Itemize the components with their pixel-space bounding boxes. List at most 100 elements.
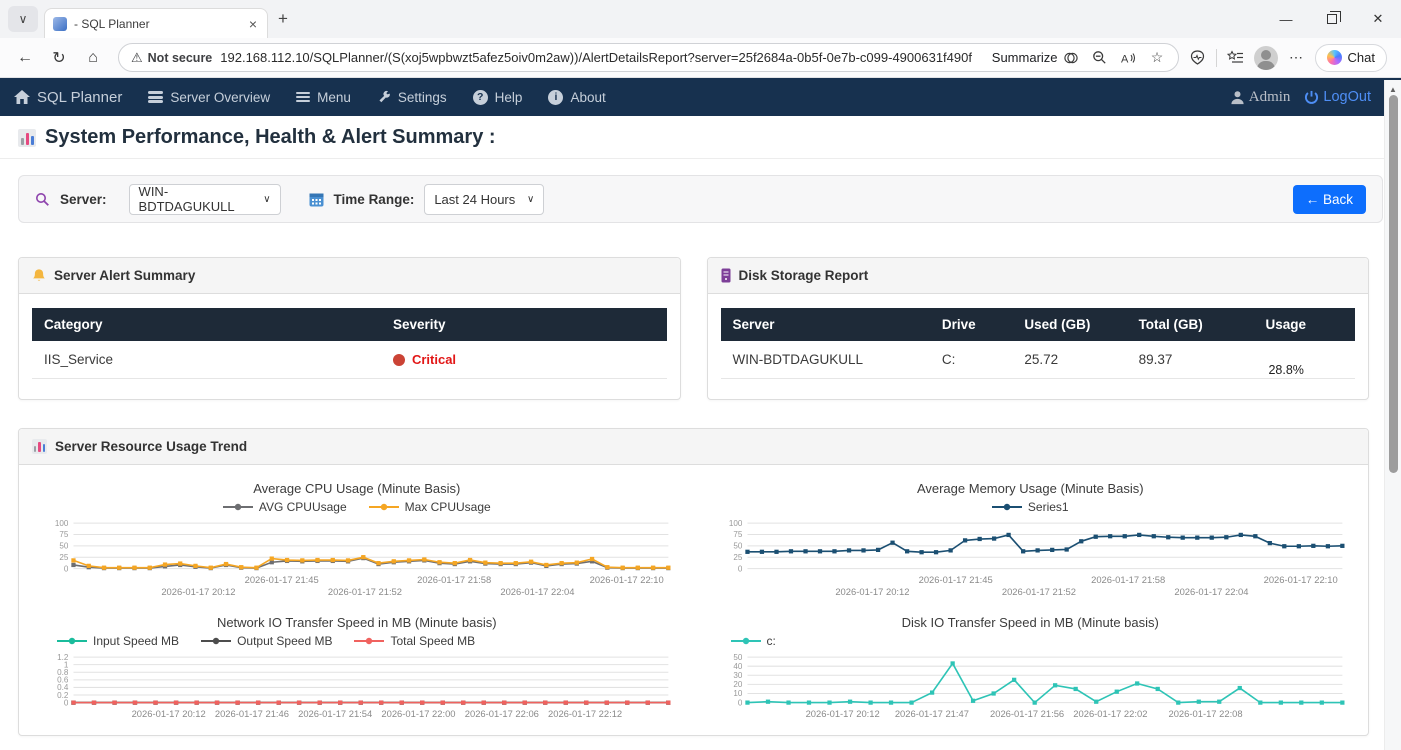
- copilot-chat-button[interactable]: Chat: [1315, 44, 1387, 72]
- person-icon: [1230, 90, 1245, 105]
- magnifier-minus-icon: [1092, 50, 1107, 65]
- svg-text:50: 50: [733, 542, 742, 551]
- svg-text:2026-01-17 22:06: 2026-01-17 22:06: [465, 708, 539, 719]
- star-icon: ☆: [1151, 49, 1164, 66]
- read-aloud-button[interactable]: A: [1120, 49, 1137, 66]
- table-row[interactable]: IIS_Service Critical: [32, 341, 667, 379]
- security-label: Not secure: [148, 51, 213, 65]
- alert-summary-table: Category Severity IIS_Service Critical: [32, 308, 667, 379]
- tab-close-icon[interactable]: ×: [247, 16, 259, 32]
- svg-text:2026-01-17 20:12: 2026-01-17 20:12: [805, 708, 879, 719]
- legend-label: Series1: [1028, 500, 1069, 514]
- brand-sql-planner[interactable]: SQL Planner: [14, 89, 122, 106]
- nav-item-settings[interactable]: Settings: [377, 90, 447, 105]
- chart-title: Average CPU Usage (Minute Basis): [33, 481, 681, 496]
- address-bar[interactable]: ⚠ Not secure 192.168.112.10/SQLPlanner/(…: [118, 43, 1179, 72]
- server-select[interactable]: WIN-BDTDAGUKULL ∨: [129, 184, 281, 215]
- nav-item-about[interactable]: i About: [548, 90, 605, 105]
- info-icon: i: [548, 90, 563, 105]
- profile-avatar[interactable]: [1254, 46, 1278, 70]
- legend-item: AVG CPUUsage: [223, 500, 347, 514]
- home-icon: [14, 90, 30, 104]
- restore-button[interactable]: [1309, 0, 1355, 38]
- resource-usage-trend-card: Server Resource Usage Trend Average CPU …: [18, 428, 1369, 736]
- chart-plot: 00.20.40.60.811.22026-01-17 20:122026-01…: [33, 650, 681, 723]
- favorites-bar-button[interactable]: [1227, 49, 1244, 66]
- page-scrollbar[interactable]: ▲: [1384, 80, 1401, 750]
- brand-label: SQL Planner: [37, 89, 122, 106]
- svg-text:0: 0: [737, 698, 742, 707]
- svg-text:2026-01-17 21:56: 2026-01-17 21:56: [990, 708, 1064, 719]
- nav-item-help[interactable]: ? Help: [473, 90, 523, 105]
- url-text[interactable]: 192.168.112.10/SQLPlanner/(S(xoj5wpbwzt5…: [220, 50, 984, 65]
- chart-bars-icon: [18, 129, 36, 147]
- disk-drive-cell: C:: [930, 341, 1012, 379]
- close-icon: ✕: [1373, 11, 1384, 27]
- svg-text:2026-01-17 22:10: 2026-01-17 22:10: [590, 574, 664, 585]
- legend-label: c:: [767, 634, 776, 648]
- legend-item: Input Speed MB: [57, 634, 179, 648]
- menu-icon: [296, 92, 310, 102]
- refresh-button[interactable]: ↻: [44, 43, 74, 73]
- summarize-button[interactable]: Summarize: [992, 50, 1079, 66]
- wrench-icon: [377, 90, 391, 104]
- severity-badge: Critical: [393, 352, 655, 367]
- new-tab-button[interactable]: +: [278, 9, 288, 29]
- svg-text:A: A: [1121, 53, 1129, 65]
- column-header: Total (GB): [1127, 308, 1254, 341]
- nav-item-menu[interactable]: Menu: [296, 90, 351, 105]
- minimize-button[interactable]: —: [1263, 0, 1309, 38]
- site-security-chip[interactable]: ⚠ Not secure: [131, 50, 212, 66]
- admin-user-menu[interactable]: Admin: [1230, 89, 1291, 106]
- favorite-star-button[interactable]: ☆: [1149, 49, 1166, 66]
- svg-text:2026-01-17 21:54: 2026-01-17 21:54: [298, 708, 372, 719]
- svg-text:20: 20: [733, 680, 742, 689]
- browser-tab[interactable]: - SQL Planner ×: [44, 8, 268, 38]
- column-header: Server: [721, 308, 930, 341]
- tab-search-button[interactable]: ∨: [8, 6, 38, 32]
- chart-legend: Input Speed MBOutput Speed MBTotal Speed…: [33, 634, 681, 648]
- table-row[interactable]: WIN-BDTDAGUKULL C: 25.72 89.37 28.8%: [721, 341, 1356, 379]
- settings-label: Settings: [398, 90, 447, 105]
- settings-more-button[interactable]: ⋯: [1288, 49, 1305, 66]
- logout-label: LogOut: [1323, 89, 1371, 105]
- svg-text:2026-01-17 22:12: 2026-01-17 22:12: [548, 708, 622, 719]
- svg-text:0: 0: [737, 564, 742, 573]
- search-icon: [35, 192, 50, 207]
- browser-essentials-button[interactable]: [1189, 49, 1206, 66]
- legend-item: Max CPUUsage: [369, 500, 491, 514]
- close-button[interactable]: ✕: [1355, 0, 1401, 38]
- back-button[interactable]: ← Back: [1293, 185, 1366, 214]
- nav-item-server-overview[interactable]: Server Overview: [148, 90, 270, 105]
- home-button[interactable]: ⌂: [78, 43, 108, 73]
- legend-item: Total Speed MB: [354, 634, 475, 648]
- chart-title: Disk IO Transfer Speed in MB (Minute bas…: [707, 615, 1355, 630]
- column-header: Category: [32, 308, 381, 341]
- server-stack-icon: [148, 91, 163, 103]
- trend-title: Server Resource Usage Trend: [55, 439, 247, 454]
- svg-text:40: 40: [733, 662, 742, 671]
- app-navbar: SQL Planner Server Overview Menu Setting…: [0, 78, 1401, 116]
- logout-button[interactable]: LogOut: [1304, 89, 1371, 105]
- svg-text:2026-01-17 20:12: 2026-01-17 20:12: [132, 708, 206, 719]
- chart-plot: 010203040502026-01-17 20:122026-01-17 21…: [707, 650, 1355, 723]
- svg-text:25: 25: [733, 553, 742, 562]
- browser-toolbar: ← ↻ ⌂ ⚠ Not secure 192.168.112.10/SQLPla…: [0, 38, 1401, 78]
- scrollbar-thumb[interactable]: [1389, 95, 1398, 473]
- time-range-select[interactable]: Last 24 Hours ∨: [424, 184, 544, 215]
- disk-used-cell: 25.72: [1012, 341, 1126, 379]
- zoom-out-button[interactable]: [1091, 49, 1108, 66]
- chevron-down-icon: ∨: [19, 12, 28, 26]
- scroll-up-icon[interactable]: ▲: [1385, 80, 1401, 94]
- disk-report-title: Disk Storage Report: [739, 268, 869, 283]
- svg-text:2026-01-17 22:08: 2026-01-17 22:08: [1168, 708, 1242, 719]
- svg-text:50: 50: [59, 542, 68, 551]
- legend-marker-icon: [201, 636, 231, 646]
- ellipsis-icon: ⋯: [1289, 49, 1303, 66]
- disk-total-cell: 89.37: [1127, 341, 1254, 379]
- svg-text:30: 30: [733, 671, 742, 680]
- svg-text:75: 75: [733, 530, 742, 539]
- svg-text:2026-01-17 20:12: 2026-01-17 20:12: [161, 586, 235, 597]
- column-header: Used (GB): [1012, 308, 1126, 341]
- back-nav-button[interactable]: ←: [10, 43, 40, 73]
